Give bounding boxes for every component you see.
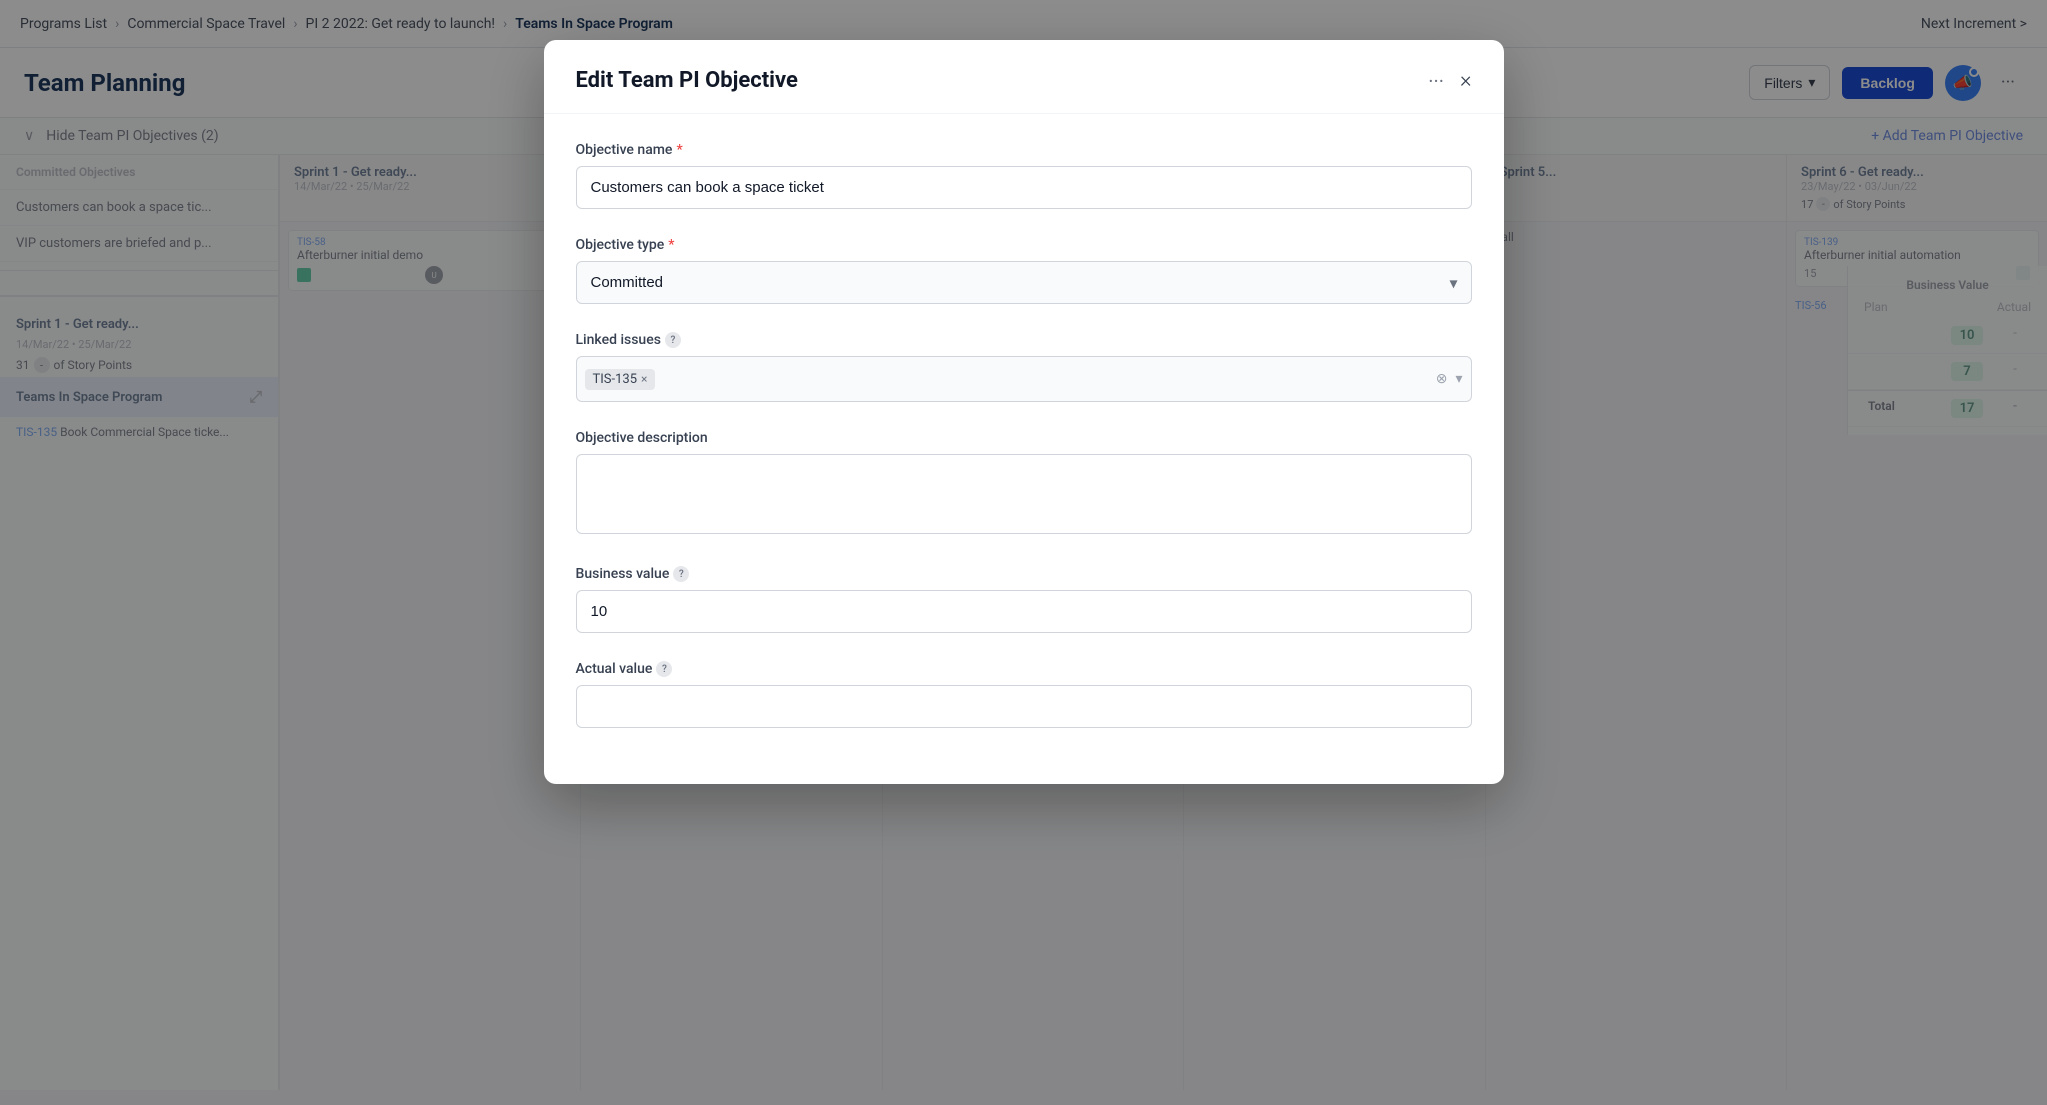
actual-value-input[interactable]: [576, 685, 1472, 728]
objective-name-label-text: Objective name: [576, 142, 673, 158]
business-value-label: Business value ?: [576, 566, 1472, 582]
modal-more-button[interactable]: ···: [1428, 69, 1444, 93]
issue-tag-tis135: TIS-135 ×: [585, 369, 656, 390]
objective-type-select-wrapper: Committed Uncommitted Stretch ▾: [576, 261, 1472, 304]
objective-type-label-text: Objective type: [576, 237, 665, 253]
business-value-input[interactable]: [576, 590, 1472, 633]
modal-overlay: Edit Team PI Objective ··· × Objective n…: [0, 0, 2047, 1105]
chevron-issues-icon[interactable]: ▾: [1455, 371, 1462, 387]
objective-name-group: Objective name *: [576, 142, 1472, 209]
modal-title: Edit Team PI Objective: [576, 68, 798, 93]
actual-value-label: Actual value ?: [576, 661, 1472, 677]
required-star-type: *: [668, 237, 674, 253]
actual-value-label-text: Actual value: [576, 661, 653, 677]
linked-issues-label: Linked issues ?: [576, 332, 1472, 348]
objective-description-label: Objective description: [576, 430, 1472, 446]
objective-description-label-text: Objective description: [576, 430, 708, 446]
objective-type-label: Objective type *: [576, 237, 1472, 253]
linked-issues-actions: ⊗ ▾: [1436, 371, 1463, 387]
modal-header-actions: ··· ×: [1428, 68, 1471, 93]
modal-header: Edit Team PI Objective ··· ×: [544, 40, 1504, 114]
business-value-group: Business value ?: [576, 566, 1472, 633]
business-value-label-text: Business value: [576, 566, 670, 582]
linked-issues-label-text: Linked issues: [576, 332, 661, 348]
required-star-name: *: [676, 142, 682, 158]
objective-description-group: Objective description: [576, 430, 1472, 538]
business-value-help-icon[interactable]: ?: [673, 566, 689, 582]
linked-issues-help-icon[interactable]: ?: [665, 332, 681, 348]
edit-pi-objective-modal: Edit Team PI Objective ··· × Objective n…: [544, 40, 1504, 784]
objective-type-select[interactable]: Committed Uncommitted Stretch: [576, 261, 1472, 304]
actual-value-group: Actual value ?: [576, 661, 1472, 728]
clear-issues-icon[interactable]: ⊗: [1436, 371, 1448, 387]
modal-body: Objective name * Objective type * Commit…: [544, 114, 1504, 784]
objective-name-input[interactable]: [576, 166, 1472, 209]
objective-type-group: Objective type * Committed Uncommitted S…: [576, 237, 1472, 304]
actual-value-help-icon[interactable]: ?: [656, 661, 672, 677]
issue-tag-label: TIS-135: [593, 372, 638, 387]
modal-close-button[interactable]: ×: [1460, 68, 1472, 93]
objective-description-textarea[interactable]: [576, 454, 1472, 534]
objective-name-label: Objective name *: [576, 142, 1472, 158]
linked-issues-group: Linked issues ? TIS-135 × ⊗ ▾: [576, 332, 1472, 402]
linked-issues-input-area[interactable]: TIS-135 × ⊗ ▾: [576, 356, 1472, 402]
issue-tag-remove-button[interactable]: ×: [641, 372, 647, 386]
